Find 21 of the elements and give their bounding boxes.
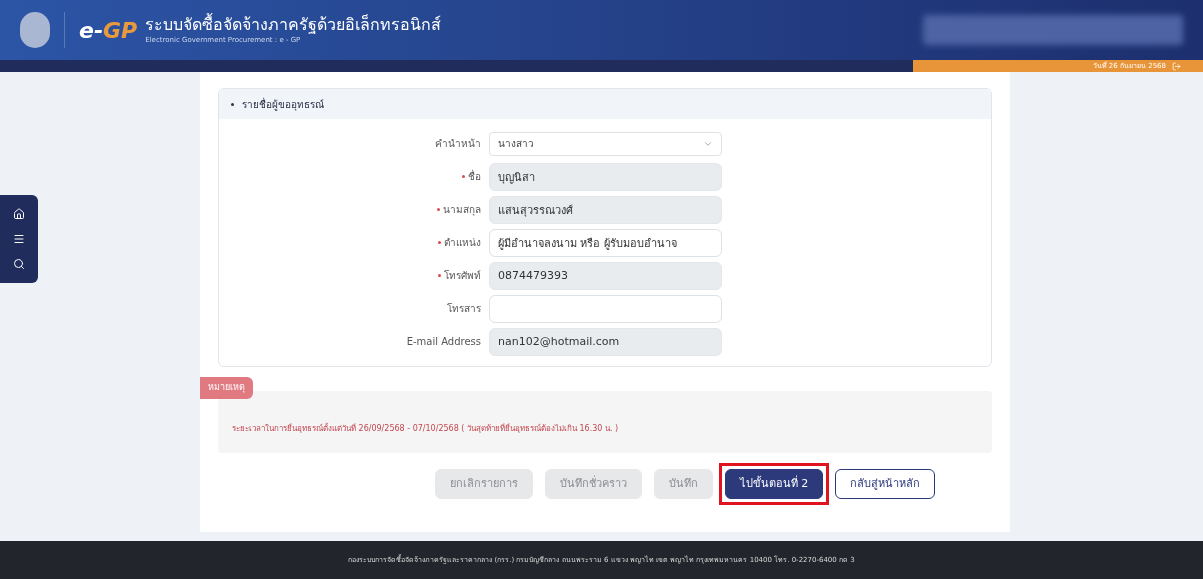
- field-label: โทรศัพท์: [444, 269, 481, 283]
- input-field[interactable]: [489, 294, 722, 323]
- site-title: ระบบจัดซื้อจัดจ้างภาครัฐด้วยอิเล็กทรอนิกส์: [145, 14, 442, 35]
- search-icon[interactable]: [13, 258, 25, 271]
- field-label: ชื่อ: [468, 169, 481, 184]
- logo: e-GP: [79, 16, 138, 45]
- field-label: โทรสาร: [447, 302, 481, 316]
- input-field[interactable]: ผู้มีอำนาจลงนาม หรือ ผู้รับมอบอำนาจ: [489, 228, 722, 257]
- field-label: นามสกุล: [443, 203, 481, 217]
- action-button[interactable]: ไปขั้นตอนที่ 2: [724, 469, 824, 499]
- field-label: ตำแหน่ง: [444, 236, 481, 250]
- bullet-icon: [231, 102, 234, 106]
- field-label: คำนำหน้า: [435, 137, 481, 151]
- menu-icon[interactable]: [13, 233, 25, 245]
- action-button[interactable]: กลับสู่หน้าหลัก: [835, 469, 936, 499]
- field-label: E-mail Address: [406, 335, 481, 349]
- note-tag: หมายเหตุ: [200, 377, 253, 399]
- title-select[interactable]: นางสาว: [489, 131, 722, 156]
- note-text: ระยะเวลาในการยื่นอุทธรณ์ตั้งแต่วันที่ 26/09/2568 - 07/10/2568 ( วันสุดท้ายที่ยื่นอุทธรณ์ต้องไม่เกิน 16.30 น. ): [232, 423, 619, 435]
- section-title: รายชื่อผู้ขออุทธรณ์: [242, 96, 324, 112]
- home-icon[interactable]: [13, 207, 25, 220]
